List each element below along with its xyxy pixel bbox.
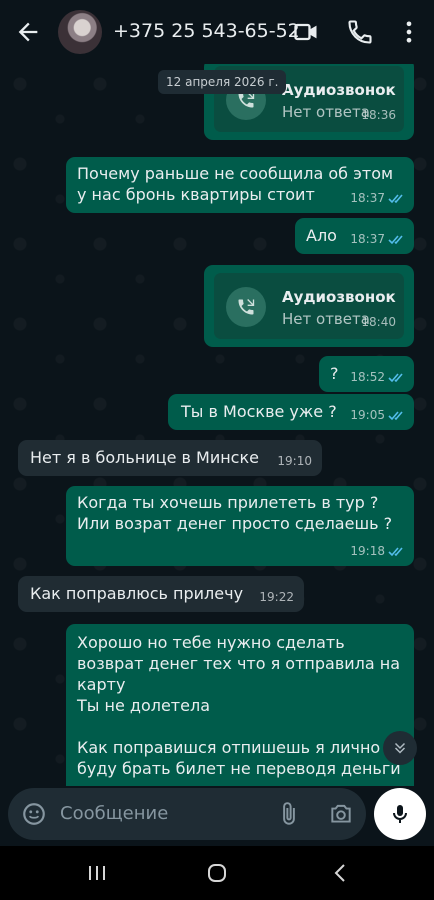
camera-icon[interactable]: [328, 801, 354, 827]
message-time: 18:40: [361, 315, 396, 329]
message-time: 18:36: [361, 108, 396, 122]
call-title: Аудиозвонок: [282, 81, 396, 99]
more-vert-icon[interactable]: [395, 18, 423, 46]
video-call-icon[interactable]: [292, 18, 320, 46]
home-icon[interactable]: [206, 862, 228, 884]
recent-apps-icon[interactable]: [86, 863, 108, 883]
back-arrow-icon[interactable]: [14, 18, 42, 46]
call-icon-circle: [226, 287, 266, 327]
message-text: Почему раньше не сообщила об этом у нас …: [77, 164, 394, 204]
message-text: Ты в Москве уже ?: [181, 402, 337, 421]
message-time: 18:37: [350, 191, 385, 205]
date-chip: 12 апреля 2026 г.: [158, 70, 287, 94]
chat-header: +375 25 543-65-52: [0, 0, 434, 64]
scroll-to-bottom-button[interactable]: [383, 731, 417, 765]
read-ticks-icon: [388, 547, 403, 557]
system-nav-bar: [0, 846, 434, 900]
call-card: Аудиозвонок Нет ответа 18:40: [214, 273, 404, 339]
missed-call-icon: [238, 299, 255, 315]
message-input[interactable]: Сообщение: [60, 803, 168, 824]
phone-icon[interactable]: [346, 18, 374, 46]
avatar[interactable]: [58, 10, 102, 54]
back-nav-icon[interactable]: [330, 862, 352, 884]
read-ticks-icon: [388, 411, 403, 421]
contact-name[interactable]: +375 25 543-65-52: [113, 20, 300, 42]
message-time: 19:10: [277, 454, 312, 468]
call-status: Нет ответа: [282, 103, 370, 121]
chat-area[interactable]: Аудиозвонок Нет ответа 18:36 12 апреля 2…: [0, 64, 434, 786]
incoming-message[interactable]: Нет я в больнице в Минске 19:10: [18, 440, 322, 476]
call-status: Нет ответа: [282, 310, 370, 328]
mic-button[interactable]: [374, 788, 426, 840]
message-text: Как поправлюсь прилечу: [30, 584, 244, 603]
message-time: 19:18: [350, 544, 385, 558]
read-ticks-icon: [388, 373, 403, 383]
outgoing-message[interactable]: Ты в Москве уже ? 19:05: [168, 394, 414, 430]
message-input-bar[interactable]: Сообщение: [8, 788, 366, 840]
message-time: 18:52: [350, 370, 385, 384]
incoming-message[interactable]: Как поправлюсь прилечу 19:22: [18, 576, 304, 612]
message-text: ?: [330, 364, 339, 383]
message-time: 18:37: [350, 232, 385, 246]
attach-icon[interactable]: [276, 801, 302, 827]
message-text: Нет я в больнице в Минске: [30, 448, 259, 467]
outgoing-message[interactable]: ? 18:52: [319, 356, 414, 392]
emoji-icon[interactable]: [21, 801, 47, 827]
message-text: Ало: [306, 226, 337, 245]
message-text: Хорошо но тебе нужно сделать возврат ден…: [77, 633, 401, 778]
message-time: 19:22: [259, 590, 294, 604]
outgoing-message[interactable]: Ало 18:37: [295, 218, 414, 254]
message-text: Когда ты хочешь прилететь в тур ? Или во…: [77, 493, 393, 533]
double-chevron-down-icon: [394, 742, 406, 754]
message-time: 19:05: [350, 408, 385, 422]
outgoing-message[interactable]: Хорошо но тебе нужно сделать возврат ден…: [66, 624, 414, 786]
outgoing-message[interactable]: Когда ты хочешь прилететь в тур ? Или во…: [66, 486, 414, 566]
call-title: Аудиозвонок: [282, 288, 396, 306]
call-message[interactable]: Аудиозвонок Нет ответа 18:40: [204, 265, 414, 347]
mic-icon: [393, 805, 407, 823]
read-ticks-icon: [388, 194, 403, 204]
outgoing-message[interactable]: Почему раньше не сообщила об этом у нас …: [66, 157, 414, 213]
read-ticks-icon: [388, 235, 403, 245]
